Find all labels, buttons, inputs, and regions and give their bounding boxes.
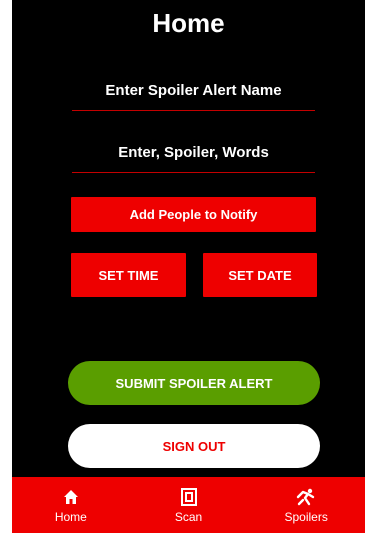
scan-icon bbox=[179, 487, 199, 507]
nav-item-home[interactable]: Home bbox=[12, 477, 130, 533]
nav-label-scan: Scan bbox=[174, 509, 203, 524]
set-date-button[interactable]: SET DATE bbox=[203, 253, 317, 297]
nav-label-spoilers: Spoilers bbox=[284, 509, 328, 524]
submit-spoiler-alert-button[interactable]: SUBMIT SPOILER ALERT bbox=[68, 361, 320, 405]
app-screen: Home Enter Spoiler Alert Name Enter, Spo… bbox=[12, 0, 365, 533]
bottom-navigation: Home Scan Spoilers bbox=[12, 477, 365, 533]
spoiler-words-placeholder: Enter, Spoiler, Words bbox=[118, 143, 269, 161]
spoiler-name-placeholder: Enter Spoiler Alert Name bbox=[105, 81, 282, 99]
page-title: Home bbox=[152, 8, 225, 38]
spoilers-icon bbox=[296, 487, 316, 507]
home-icon bbox=[61, 487, 81, 507]
nav-label-home: Home bbox=[54, 509, 87, 524]
add-people-button[interactable]: Add People to Notify bbox=[71, 197, 316, 232]
spoiler-name-input[interactable]: Enter Spoiler Alert Name bbox=[72, 70, 315, 111]
nav-item-scan[interactable]: Scan bbox=[130, 477, 248, 533]
sign-out-button[interactable]: SIGN OUT bbox=[68, 424, 320, 468]
nav-item-spoilers[interactable]: Spoilers bbox=[247, 477, 365, 533]
spoiler-words-input[interactable]: Enter, Spoiler, Words bbox=[72, 132, 315, 173]
set-time-button[interactable]: SET TIME bbox=[71, 253, 186, 297]
